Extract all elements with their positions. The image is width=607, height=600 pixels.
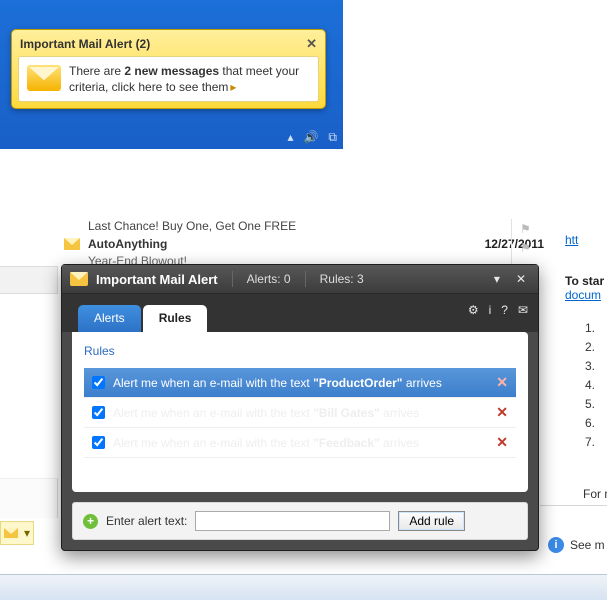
- alert-text-input[interactable]: [195, 511, 390, 531]
- list-item: 2.: [585, 338, 595, 357]
- dialog-titlebar[interactable]: Important Mail Alert Alerts: 0 Rules: 3 …: [62, 265, 538, 294]
- divider: [540, 505, 607, 506]
- rule-keyword: "ProductOrder": [313, 376, 402, 390]
- list-item: 5.: [585, 395, 595, 414]
- toolbar-icons: ⚙ i ? ✉: [468, 303, 528, 317]
- tray-up-icon[interactable]: ▴: [287, 130, 293, 145]
- toast-text: that meet your: [219, 64, 299, 78]
- mail-alert-toast[interactable]: Important Mail Alert (2) ✕ There are 2 n…: [11, 29, 326, 109]
- rule-row[interactable]: Alert me when an e-mail with the text "B…: [84, 398, 516, 428]
- message-subject[interactable]: Last Chance! Buy One, Get One FREE: [88, 219, 296, 233]
- list-item: 4.: [585, 376, 595, 395]
- section-heading: Rules: [84, 344, 516, 358]
- delete-rule-icon[interactable]: ✕: [496, 404, 508, 421]
- sidebar-fragment: [0, 478, 58, 518]
- info-row: i See m: [548, 537, 605, 553]
- rule-text-part: arrives: [380, 436, 419, 450]
- flag-column: ⚑ ⚑: [511, 219, 539, 267]
- toast-message: There are 2 new messages that meet your …: [69, 63, 299, 95]
- rules-panel: Rules Alert me when an e-mail with the t…: [72, 332, 528, 492]
- sidebar-fragment: [0, 266, 58, 294]
- list-item: 7.: [585, 433, 595, 452]
- help-fragment: For mo: [583, 487, 607, 501]
- chevron-right-icon: ▸: [230, 80, 236, 94]
- divider: [305, 271, 306, 287]
- toast-title: Important Mail Alert (2): [20, 37, 150, 51]
- rules-count: Rules: 3: [320, 272, 364, 286]
- gear-icon[interactable]: ⚙: [468, 303, 479, 317]
- info-text[interactable]: See m: [570, 538, 605, 552]
- flag-icon[interactable]: ⚑: [520, 222, 531, 236]
- important-mail-alert-dialog: Important Mail Alert Alerts: 0 Rules: 3 …: [61, 264, 539, 551]
- alerts-count: Alerts: 0: [247, 272, 291, 286]
- add-rule-button[interactable]: Add rule: [398, 511, 465, 531]
- tab-alerts[interactable]: Alerts: [78, 305, 141, 332]
- envelope-icon: [4, 528, 18, 538]
- close-icon[interactable]: ✕: [306, 36, 317, 52]
- rule-text-part: Alert me when an e-mail with the text: [113, 376, 313, 390]
- info-icon: i: [548, 537, 564, 553]
- tray-action-icon[interactable]: ⧉: [328, 130, 337, 145]
- message-row[interactable]: AutoAnything 12/27/2011: [64, 237, 544, 251]
- rule-text: Alert me when an e-mail with the text "F…: [113, 436, 419, 450]
- rule-text: Alert me when an e-mail with the text "B…: [113, 406, 419, 420]
- status-bar: [0, 574, 607, 600]
- list-item: 3.: [585, 357, 595, 376]
- rule-checkbox[interactable]: [92, 376, 105, 389]
- toast-header: Important Mail Alert (2) ✕: [18, 34, 319, 56]
- add-rule-bar: + Enter alert text: Add rule: [72, 502, 528, 540]
- rule-text-part: arrives: [380, 406, 419, 420]
- rule-checkbox[interactable]: [92, 406, 105, 419]
- link-fragment[interactable]: htt: [565, 233, 578, 247]
- divider: [232, 271, 233, 287]
- toast-count: 2 new messages: [124, 64, 219, 78]
- delete-rule-icon[interactable]: ✕: [496, 434, 508, 451]
- envelope-icon: [64, 238, 80, 250]
- rule-row[interactable]: Alert me when an e-mail with the text "P…: [84, 368, 516, 398]
- tab-rules[interactable]: Rules: [143, 305, 208, 332]
- delete-rule-icon[interactable]: ✕: [496, 374, 508, 391]
- dropdown-icon[interactable]: ▾: [24, 526, 30, 540]
- message-sender: AutoAnything: [88, 237, 167, 251]
- help-heading: To star: [565, 274, 604, 288]
- help-fragment: To star docum: [565, 274, 607, 302]
- system-tray: ▴ 🔊 ⧉: [287, 130, 337, 145]
- list-item: 1.: [585, 319, 595, 338]
- close-button[interactable]: ✕: [512, 272, 530, 286]
- rule-text-part: arrives: [402, 376, 441, 390]
- help-link[interactable]: docum: [565, 288, 601, 302]
- envelope-icon: [27, 65, 61, 91]
- tray-mail-button[interactable]: ▾: [0, 521, 34, 545]
- tab-bar: Alerts Rules ⚙ i ? ✉: [62, 294, 538, 332]
- info-icon[interactable]: i: [489, 303, 492, 317]
- minimize-button[interactable]: ▾: [490, 272, 504, 286]
- dialog-title: Important Mail Alert: [96, 272, 218, 287]
- envelope-icon: [70, 272, 88, 286]
- rule-text: Alert me when an e-mail with the text "P…: [113, 376, 442, 390]
- plus-icon: +: [83, 514, 98, 529]
- flag-icon[interactable]: ⚑: [520, 241, 531, 255]
- taskbar-background: Important Mail Alert (2) ✕ There are 2 n…: [0, 0, 343, 149]
- list-item: 6.: [585, 414, 595, 433]
- help-icon[interactable]: ?: [501, 303, 508, 317]
- rule-keyword: "Feedback": [313, 436, 380, 450]
- toast-text: criteria, click here to see them: [69, 80, 228, 94]
- rule-row[interactable]: Alert me when an e-mail with the text "F…: [84, 428, 516, 458]
- rule-checkbox[interactable]: [92, 436, 105, 449]
- rule-text-part: Alert me when an e-mail with the text: [113, 406, 313, 420]
- toast-body[interactable]: There are 2 new messages that meet your …: [18, 56, 319, 102]
- rule-keyword: "Bill Gates": [313, 406, 380, 420]
- add-rule-label: Enter alert text:: [106, 514, 187, 528]
- numbered-list: 1. 2. 3. 4. 5. 6. 7.: [585, 319, 595, 452]
- tray-volume-icon[interactable]: 🔊: [303, 130, 318, 145]
- mail-icon[interactable]: ✉: [518, 303, 528, 317]
- rule-text-part: Alert me when an e-mail with the text: [113, 436, 313, 450]
- toast-text: There are: [69, 64, 124, 78]
